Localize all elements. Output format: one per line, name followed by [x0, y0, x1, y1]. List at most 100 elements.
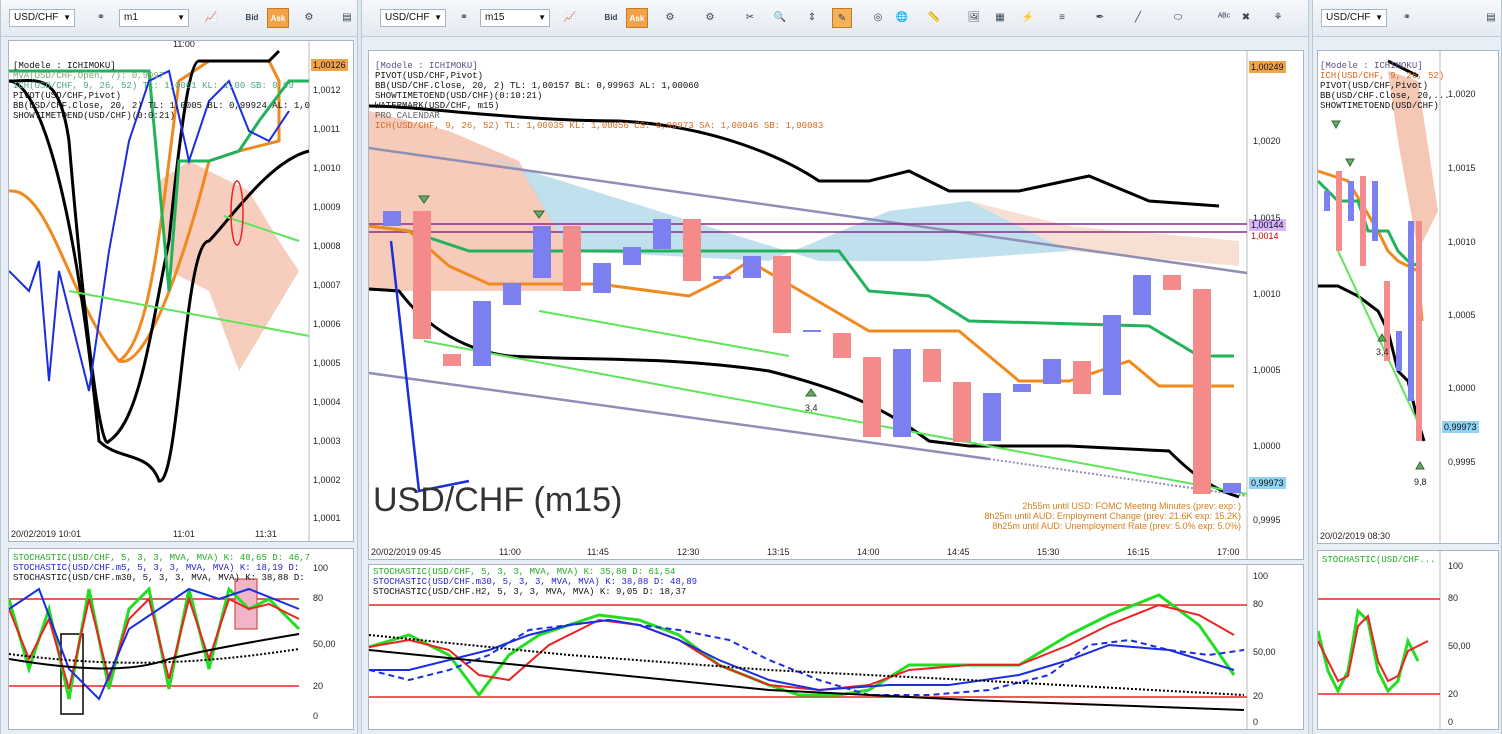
link-icon[interactable]: ⚭ [91, 8, 111, 28]
globe-icon[interactable]: 🌐 [892, 8, 912, 28]
stoch-tick: 100 [1448, 561, 1464, 571]
y-tick: 1,0010 [1448, 237, 1476, 247]
x-tick: 11:00 [499, 547, 521, 557]
legend-line: [Modele : ICHIMOKU] [375, 61, 478, 71]
y-tick: 1,0003 [313, 436, 341, 446]
legend-line: ICH(USD/CHF, 9, 26, 52) [1320, 71, 1445, 81]
toolbar-m15: USD/CHF ▼ ⚭ m15 ▼ 📈 Bid Ask ⚙ ⚙ ✂ 🔍 ⇕ ✎ ◎ … [362, 0, 1308, 37]
eraser-icon[interactable]: ✖ [1236, 8, 1256, 28]
stochastic-chart-m15[interactable]: STOCHASTIC(USD/CHF, 5, 3, 3, MVA, MVA) K… [368, 564, 1304, 730]
legend-line: BB(USD/CHF.Close, 20, 2) TL: 1,00157 BL:… [375, 81, 700, 91]
legend-line: ICH(USD/CHF, 9, 26, 52) TL: 1,0001 KL: 1… [13, 81, 294, 91]
symbol-select[interactable]: USD/CHF ▼ [380, 9, 446, 27]
stoch-tick: 100 [313, 563, 329, 573]
image-icon[interactable]: 🖼 [964, 8, 984, 28]
link-icon[interactable]: ⚭ [1397, 8, 1417, 28]
symbol-select[interactable]: USD/CHF ▼ [1321, 9, 1387, 27]
stoch-tick: 80 [1253, 599, 1264, 609]
trendline-2 [538, 310, 790, 357]
zoom-icon[interactable]: 🔍 [770, 8, 790, 28]
text-icon[interactable]: ᴬᴮᶜ [1214, 8, 1234, 28]
stoch-tick: 80 [1448, 593, 1459, 603]
stoch-legend-line: STOCHASTIC(USD/CHF.H2, 5, 3, 3, MVA, MVA… [373, 587, 687, 597]
y-tick: 1,0015 [1448, 163, 1476, 173]
chart-type-icon[interactable]: 📈 [560, 8, 580, 28]
chevron-down-icon: ▼ [177, 13, 185, 22]
timeframe-select[interactable]: m1 ▼ [119, 9, 189, 27]
x-tick: 20/02/2019 10:01 [11, 529, 82, 539]
bid-button[interactable]: Bid [241, 8, 263, 28]
fit-icon[interactable]: ⇕ [802, 8, 822, 28]
indicator-icon[interactable]: ⚙ [660, 8, 680, 28]
stoch-legend-line: STOCHASTIC(USD/CHF.m5, 5, 3, 3, MVA, MVA… [13, 563, 300, 573]
chevron-down-icon: ▼ [63, 13, 71, 22]
stoch-tick: 80 [313, 593, 324, 603]
stoch-tick: 20 [1448, 689, 1459, 699]
chart-type-icon[interactable]: 📈 [201, 8, 221, 28]
price-chart-right[interactable]: [Modele : ICHIMOKU] ICH(USD/CHF, 9, 26, … [1317, 50, 1499, 544]
x-tick: 13:15 [767, 547, 790, 557]
arrow-value-label: 3,4 [1376, 347, 1389, 357]
stochastic-chart-right[interactable]: STOCHASTIC(USD/CHF... 100 80 50,00 20 0 [1317, 550, 1499, 730]
panel-icon[interactable]: ▦ [990, 8, 1010, 28]
chart-panel-right: USD/CHF ▼ ⚭ ▤ [Modele: ICHIMOKU] ICH(US… [1312, 0, 1502, 734]
watermark: USD/CHF (m15) [373, 481, 623, 519]
legend-line: PIVOT(USD/CHF,Pivot) [1320, 81, 1429, 91]
ruler-icon[interactable]: 📏 [924, 8, 944, 28]
ask-button[interactable]: Ask [267, 8, 289, 28]
legend-line: SHOWTIMETOEND(USD/CHF)(0:0:21) [13, 111, 176, 121]
x-tick: 12:30 [677, 547, 700, 557]
legend-line: MVA(USD/CHF,Open, 7): 0,9997 [13, 71, 165, 81]
stoch-tick: 20 [313, 681, 324, 691]
note-icon[interactable]: ✎ [832, 8, 852, 28]
x-tick: 11:01 [173, 529, 195, 539]
lines-icon[interactable]: ≡ [1052, 8, 1072, 28]
y-tick: 1,0020 [1253, 136, 1281, 146]
x-tick: 16:15 [1127, 547, 1150, 557]
pen-icon[interactable]: ✒ [1090, 8, 1110, 28]
tree-icon[interactable]: ⚘ [1268, 8, 1288, 28]
y-tick: 0,9995 [1253, 515, 1281, 525]
ellipse-icon[interactable]: ⬭ [1168, 8, 1188, 28]
legend-line: [Modele : ICHIMOKU] [13, 61, 116, 71]
x-tick: 14:00 [857, 547, 880, 557]
time-top-label: 11:00 [173, 40, 195, 49]
stoch-legend-line: STOCHASTIC(USD/CHF.m30, 5, 3, 3, MVA, MV… [13, 573, 305, 583]
symbol-value: USD/CHF [1326, 12, 1371, 23]
stoch-tick: 50,00 [1448, 641, 1471, 651]
arrow-value-label: 9,8 [1414, 477, 1427, 487]
y-tick: 1,0009 [313, 202, 341, 212]
legend-line: WATERMARK(USD/CHF, m15) [375, 101, 500, 111]
timeframe-select[interactable]: m15 ▼ [480, 9, 550, 27]
legend-line: PIVOT(USD/CHF,Pivot) [375, 71, 484, 81]
symbol-value: USD/CHF [14, 12, 59, 23]
link-icon[interactable]: ⚭ [454, 8, 474, 28]
bid-button[interactable]: Bid [600, 8, 622, 28]
stoch-tick: 0 [1448, 717, 1454, 727]
template-icon[interactable]: ⚙ [700, 8, 720, 28]
target-icon[interactable]: ◎ [868, 8, 888, 28]
price-chart-m1[interactable]: [Modele : ICHIMOKU] MVA(USD/CHF,Open, 7)… [8, 40, 354, 542]
indicator-icon[interactable]: ⚙ [299, 8, 319, 28]
ask-button[interactable]: Ask [626, 8, 648, 28]
stochastic-right-svg [1318, 551, 1498, 729]
menu-icon[interactable]: ▤ [1481, 8, 1501, 28]
price-chart-m15[interactable]: [Modele : ICHIMOKU] PIVOT(USD/CHF,Pivot)… [368, 50, 1304, 560]
stoch-legend-m1: STOCHASTIC(USD/CHF, 5, 3, 3, MVA, MVA) K… [13, 553, 310, 583]
y-tick: 1,0010 [313, 163, 341, 173]
x-tick: 20/02/2019 09:45 [371, 547, 442, 557]
stochastic-chart-m1[interactable]: STOCHASTIC(USD/CHF, 5, 3, 3, MVA, MVA) K… [8, 548, 354, 730]
x-tick: 20/02/2019 08:30 [1320, 531, 1391, 541]
stoch-tick: 50,00 [1253, 647, 1276, 657]
y-tick: 1,0012 [313, 85, 341, 95]
x-tick: 14:45 [947, 547, 970, 557]
timeframe-value: m15 [485, 12, 505, 23]
trendline-icon[interactable]: ╱ [1128, 8, 1148, 28]
legend-line: BB(USD/CHF.Close, 20, 2) TL: 1,0005 BL: … [13, 101, 311, 111]
symbol-select[interactable]: USD/CHF ▼ [9, 9, 75, 27]
stoch-legend-line: STOCHASTIC(USD/CHF.m30, 5, 3, 3, MVA, MV… [373, 577, 698, 587]
tools-icon[interactable]: ✂ [740, 8, 760, 28]
menu-icon[interactable]: ▤ [337, 8, 357, 28]
legend-line: PIVOT(USD/CHF,Pivot) [13, 91, 122, 101]
fibonacci-icon[interactable]: ⚡ [1018, 8, 1038, 28]
